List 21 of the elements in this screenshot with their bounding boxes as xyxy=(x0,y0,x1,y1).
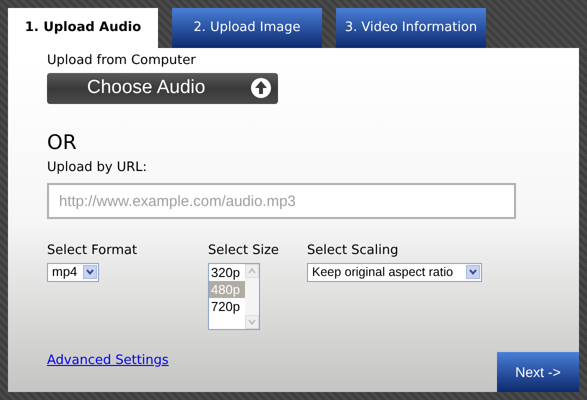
scrollbar[interactable] xyxy=(245,264,259,328)
tab[interactable]: 2. Upload Image xyxy=(172,8,322,48)
url-label: Upload by URL: xyxy=(47,158,148,176)
choose-audio-button[interactable]: Choose Audio xyxy=(47,72,278,104)
scaling-dropdown[interactable]: Keep original aspect ratio xyxy=(307,262,482,282)
scaling-label: Select Scaling xyxy=(307,242,400,260)
scroll-down-icon xyxy=(245,314,259,328)
format-label: Select Format xyxy=(47,242,138,260)
size-option[interactable]: 320p xyxy=(209,264,245,280)
tab[interactable]: 3. Video Information xyxy=(336,8,486,48)
or-heading: OR xyxy=(47,132,78,152)
size-label: Select Size xyxy=(208,242,280,260)
format-dropdown[interactable]: mp4 xyxy=(47,262,99,282)
scroll-up-icon xyxy=(245,264,259,278)
size-listbox[interactable]: 320p 480p 720p xyxy=(208,262,260,330)
tab[interactable]: 1. Upload Audio xyxy=(8,8,158,48)
section-label: Upload from Computer xyxy=(47,52,197,70)
advanced-settings-link[interactable]: Advanced Settings xyxy=(47,350,169,370)
url-input-field[interactable]: http://www.example.com/audio.mp3 xyxy=(47,183,516,219)
next-button[interactable]: Next -> xyxy=(497,352,579,392)
size-option[interactable]: 720p xyxy=(209,298,245,314)
